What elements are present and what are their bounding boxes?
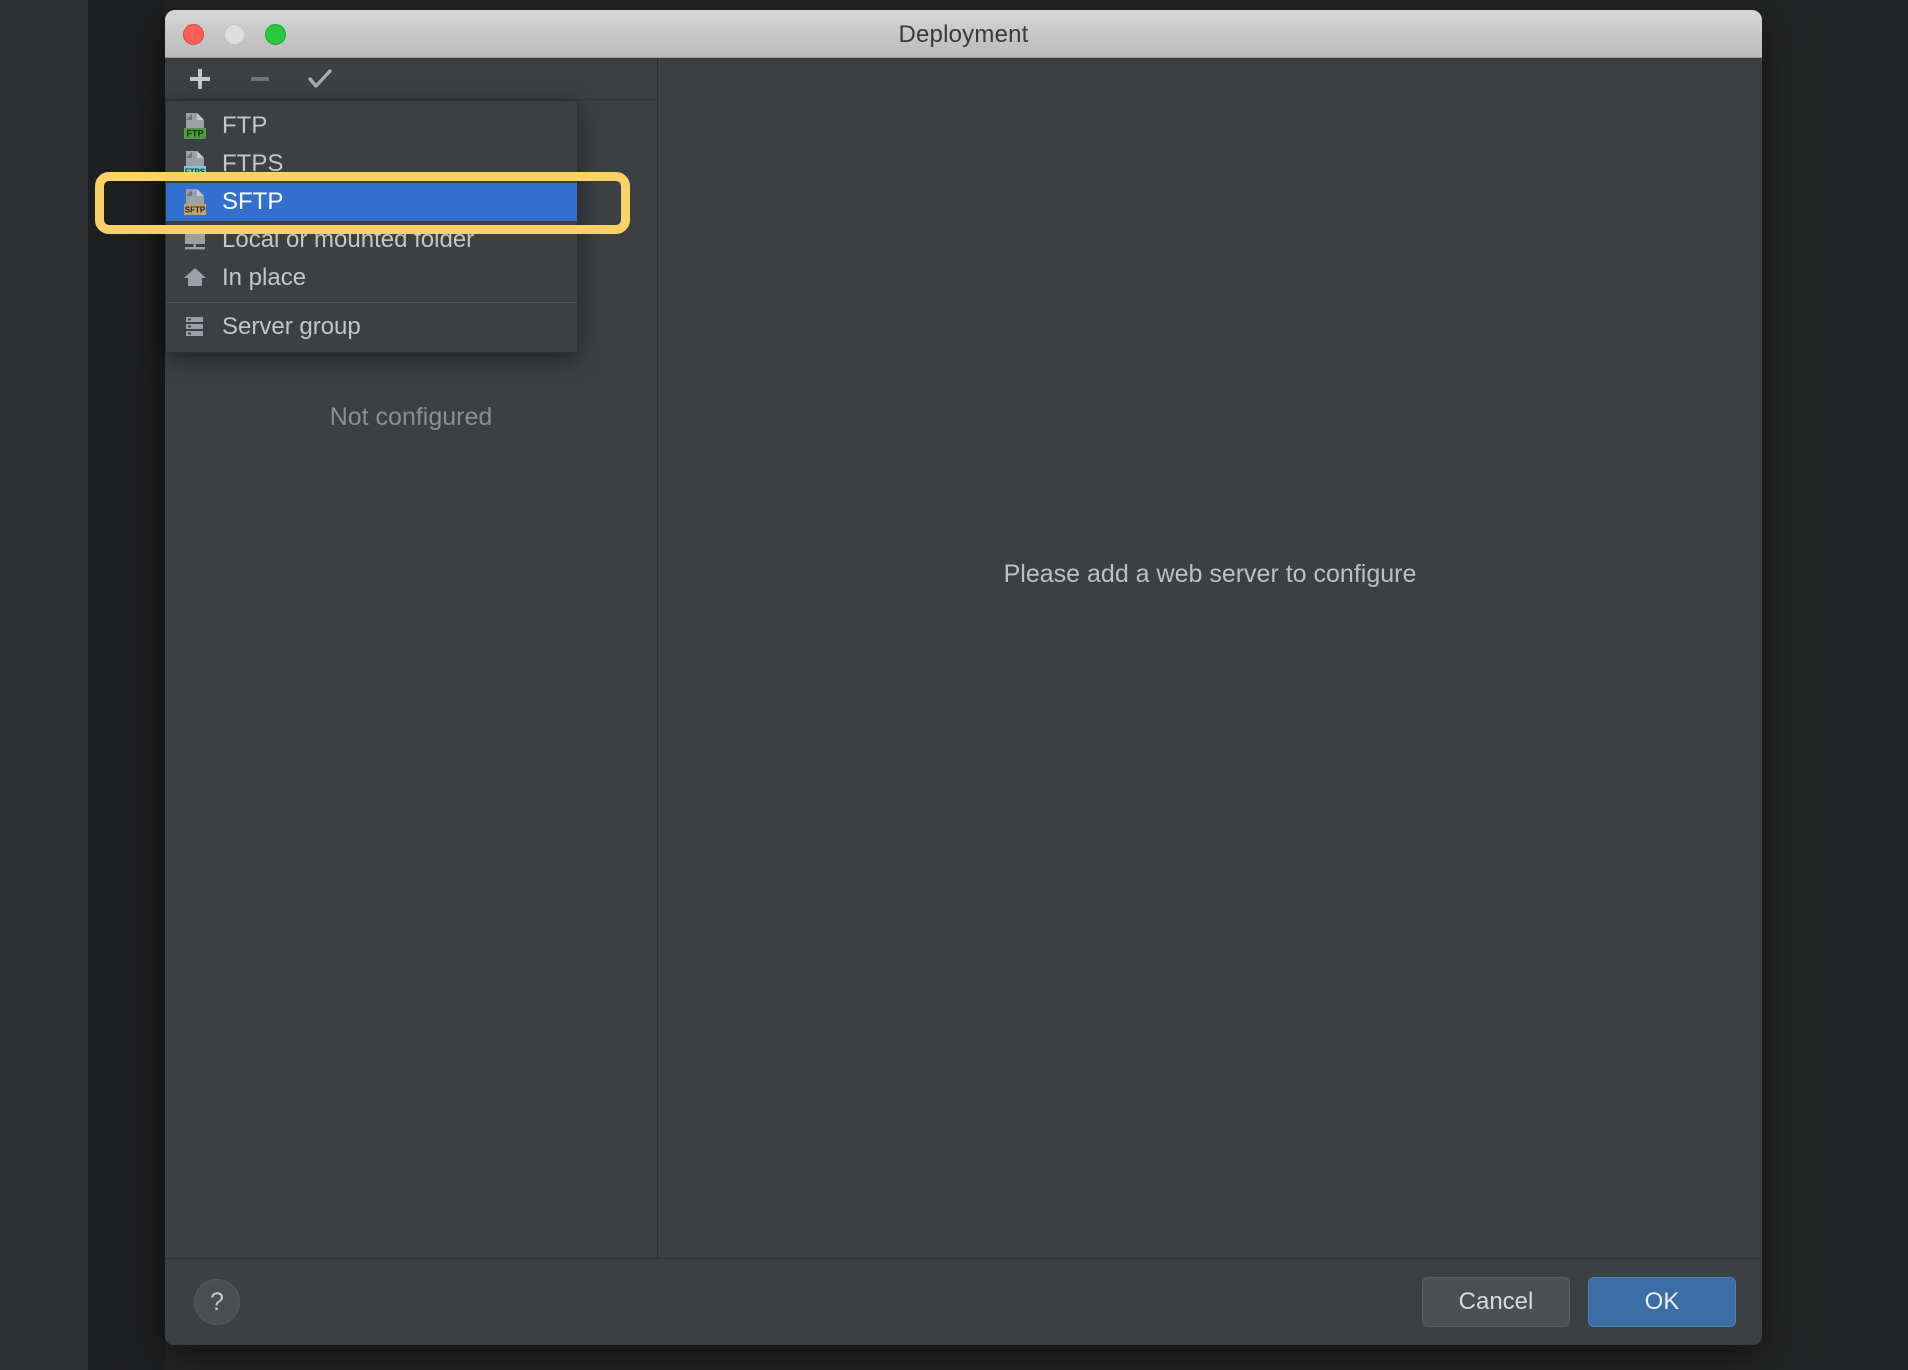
menu-item-server-group[interactable]: Server group bbox=[166, 308, 577, 346]
menu-item-in-place[interactable]: In place bbox=[166, 259, 577, 297]
footer-actions: Cancel OK bbox=[1422, 1277, 1736, 1327]
menu-item-label: FTPS bbox=[222, 150, 284, 177]
empty-state-message: Please add a web server to configure bbox=[1003, 560, 1417, 588]
dialog-footer: ? Cancel OK bbox=[165, 1258, 1762, 1345]
screen: Deployment Not configured Please add a w… bbox=[0, 0, 1908, 1370]
menu-item-label: Local or mounted folder bbox=[222, 226, 475, 253]
servers-toolbar bbox=[165, 58, 657, 100]
menu-item-local-or-mounted-folder[interactable]: Local or mounted folder bbox=[166, 221, 577, 259]
add-icon[interactable] bbox=[183, 63, 217, 95]
home-icon bbox=[182, 263, 210, 293]
configuration-pane: Please add a web server to configure bbox=[658, 58, 1762, 1258]
ftp-icon: FTP bbox=[182, 111, 210, 141]
sftp-icon: SFTP bbox=[182, 187, 210, 217]
remove-icon bbox=[243, 63, 277, 95]
cancel-button[interactable]: Cancel bbox=[1422, 1277, 1570, 1327]
menu-item-ftps[interactable]: FTPS FTPS bbox=[166, 145, 577, 183]
add-server-menu: FTP FTP FTPS FTPS SFTP SFTP Local or mou… bbox=[165, 100, 578, 353]
desktop-background-strip bbox=[88, 0, 165, 1370]
menu-item-label: Server group bbox=[222, 313, 361, 340]
menu-divider bbox=[166, 302, 577, 303]
folder-icon bbox=[182, 225, 210, 255]
title-bar: Deployment bbox=[165, 10, 1762, 58]
desktop-background-left bbox=[0, 0, 88, 1370]
menu-item-sftp[interactable]: SFTP SFTP bbox=[166, 183, 577, 221]
menu-item-ftp[interactable]: FTP FTP bbox=[166, 107, 577, 145]
server-group-icon bbox=[182, 312, 210, 342]
svg-text:FTP: FTP bbox=[187, 129, 204, 139]
menu-item-label: FTP bbox=[222, 112, 268, 139]
ftps-icon: FTPS bbox=[182, 149, 210, 179]
menu-item-label: SFTP bbox=[222, 188, 284, 215]
check-icon[interactable] bbox=[303, 63, 337, 95]
svg-text:FTPS: FTPS bbox=[185, 168, 206, 177]
svg-text:SFTP: SFTP bbox=[185, 206, 206, 215]
not-configured-label: Not configured bbox=[329, 403, 493, 431]
help-button[interactable]: ? bbox=[194, 1279, 240, 1325]
ok-button[interactable]: OK bbox=[1588, 1277, 1736, 1327]
window-title: Deployment bbox=[898, 21, 1029, 48]
menu-item-label: In place bbox=[222, 264, 307, 291]
